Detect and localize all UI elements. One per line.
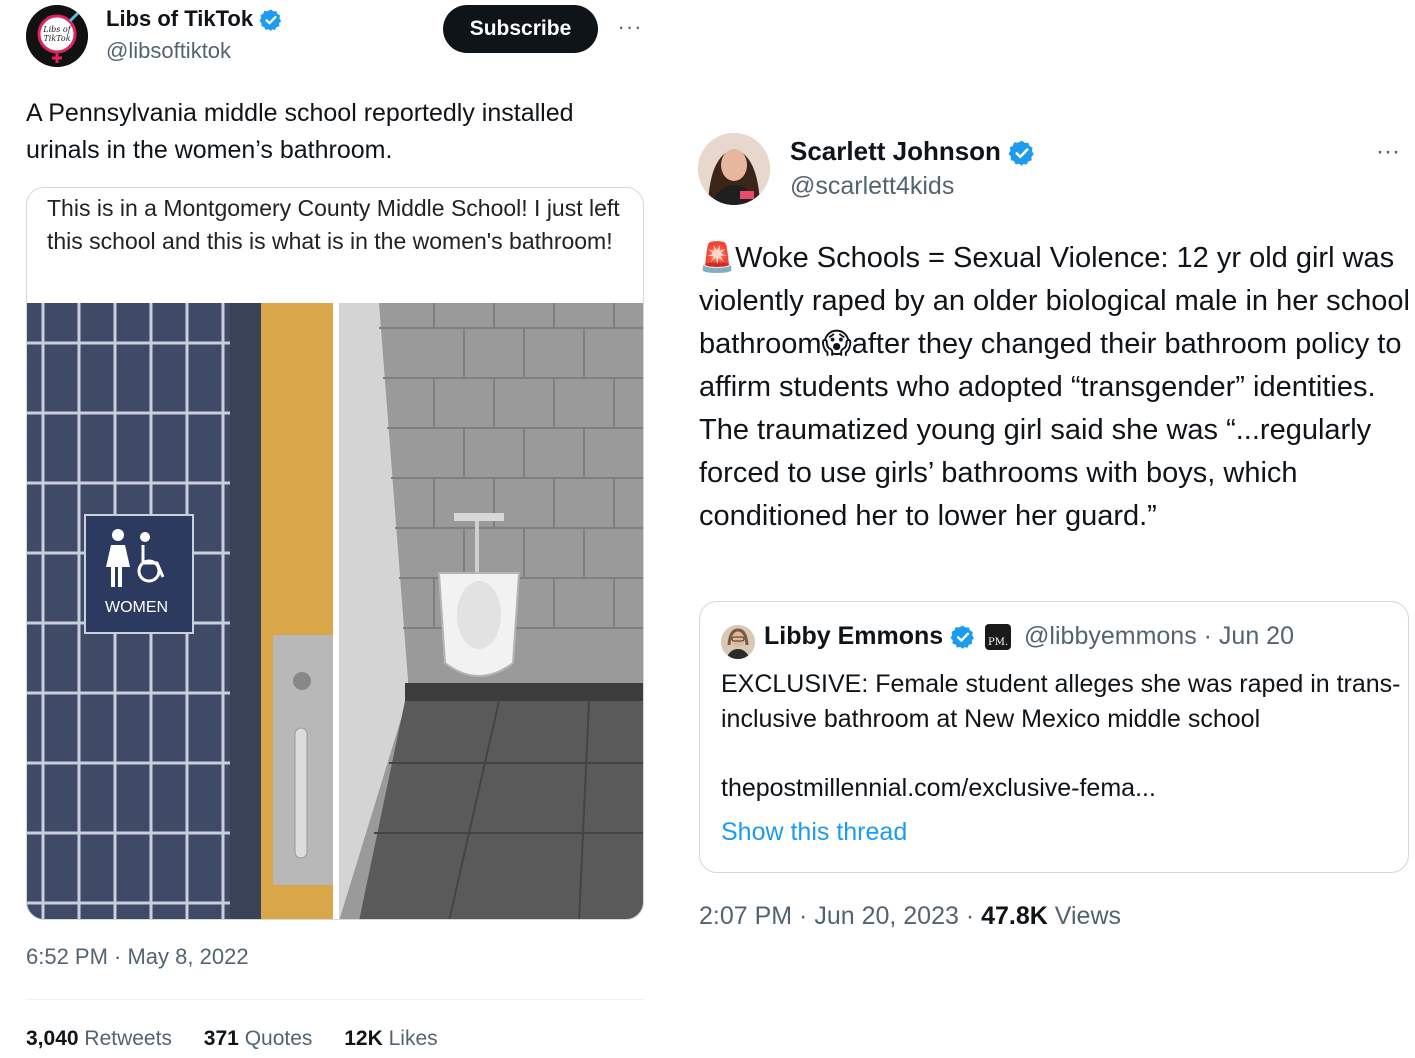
affiliation-badge-text: PM. bbox=[988, 637, 1009, 649]
women-sign-photo[interactable]: WOMEN bbox=[27, 303, 333, 919]
tweet-text: 🚨Woke Schools = Sexual Violence: 12 yr o… bbox=[699, 237, 1411, 538]
author-name[interactable]: Scarlett Johnson bbox=[790, 136, 1036, 167]
quoted-author-avatar[interactable] bbox=[721, 625, 755, 659]
women-sign-photo-graphic bbox=[27, 303, 333, 919]
affiliation-badge-icon: PM. bbox=[985, 624, 1012, 651]
author-handle[interactable]: @scarlett4kids bbox=[790, 172, 954, 201]
avatar[interactable]: Libs of TikTok bbox=[26, 5, 88, 67]
author-name-text[interactable]: Scarlett Johnson bbox=[790, 136, 1001, 166]
more-options-icon[interactable]: ··· bbox=[1376, 138, 1406, 166]
logo-text-tiktok: TikTok bbox=[43, 34, 70, 43]
views-label[interactable]: Views bbox=[1048, 902, 1121, 930]
verified-badge-icon bbox=[259, 9, 282, 32]
logo-text-libs: Libs of bbox=[42, 25, 72, 34]
quoted-tweet-header: Libby Emmons PM. @libbyemmons · Jun 20 bbox=[764, 622, 1294, 651]
author-name[interactable]: Libs of TikTok bbox=[106, 6, 283, 32]
retweets-count[interactable]: 3,040 bbox=[26, 1027, 79, 1050]
tweet-media[interactable]: This is in a Montgomery County Middle Sc… bbox=[26, 187, 644, 920]
tweet-stats: 3,040 Retweets 371 Quotes 12K Likes bbox=[26, 1027, 464, 1051]
verified-badge-icon bbox=[1008, 140, 1034, 166]
quotes-label[interactable]: Quotes bbox=[245, 1027, 313, 1050]
quoted-author-name[interactable]: Libby Emmons bbox=[764, 622, 943, 650]
quoted-tweet-text: EXCLUSIVE: Female student alleges she wa… bbox=[721, 670, 1401, 733]
author-handle[interactable]: @libsoftiktok bbox=[106, 38, 231, 64]
retweets-label[interactable]: Retweets bbox=[84, 1027, 172, 1050]
more-options-icon[interactable]: ··· bbox=[616, 14, 644, 42]
verified-badge-icon bbox=[950, 626, 975, 650]
siren-emoji-icon: 🚨 bbox=[699, 242, 736, 274]
libs-of-tiktok-logo: Libs of TikTok bbox=[26, 5, 88, 67]
tweet-timestamp[interactable]: 6:52 PM · May 8, 2022 bbox=[26, 944, 249, 970]
urinal-photo[interactable] bbox=[339, 303, 643, 919]
media-caption: This is in a Montgomery County Middle Sc… bbox=[47, 195, 620, 254]
author-name-text[interactable]: Libs of TikTok bbox=[106, 6, 253, 31]
quoted-avatar-photo bbox=[721, 625, 755, 659]
urinal-photo-graphic bbox=[339, 303, 643, 919]
tweet-text: A Pennsylvania middle school reportedly … bbox=[26, 99, 574, 164]
likes-label[interactable]: Likes bbox=[389, 1027, 438, 1050]
avatar-photo bbox=[698, 133, 770, 205]
quotes-count[interactable]: 371 bbox=[204, 1027, 239, 1050]
quoted-tweet-card[interactable]: Libby Emmons PM. @libbyemmons · Jun 20 E… bbox=[699, 601, 1409, 873]
likes-count[interactable]: 12K bbox=[344, 1027, 383, 1050]
scream-emoji-icon: 😱 bbox=[821, 328, 852, 360]
views-count[interactable]: 47.8K bbox=[981, 902, 1048, 930]
women-sign-label: WOMEN bbox=[105, 599, 169, 616]
tweet-timestamp[interactable]: 2:07 PM · Jun 20, 2023 · bbox=[699, 902, 981, 930]
divider bbox=[26, 999, 644, 1000]
quoted-handle-date[interactable]: @libbyemmons · Jun 20 bbox=[1024, 622, 1294, 650]
quoted-tweet-link[interactable]: thepostmillennial.com/exclusive-fema... bbox=[721, 774, 1156, 803]
subscribe-button[interactable]: Subscribe bbox=[443, 5, 598, 53]
tweet-meta: 2:07 PM · Jun 20, 2023 · 47.8K Views bbox=[699, 902, 1121, 931]
avatar[interactable] bbox=[698, 133, 770, 205]
show-thread-link[interactable]: Show this thread bbox=[721, 818, 907, 847]
